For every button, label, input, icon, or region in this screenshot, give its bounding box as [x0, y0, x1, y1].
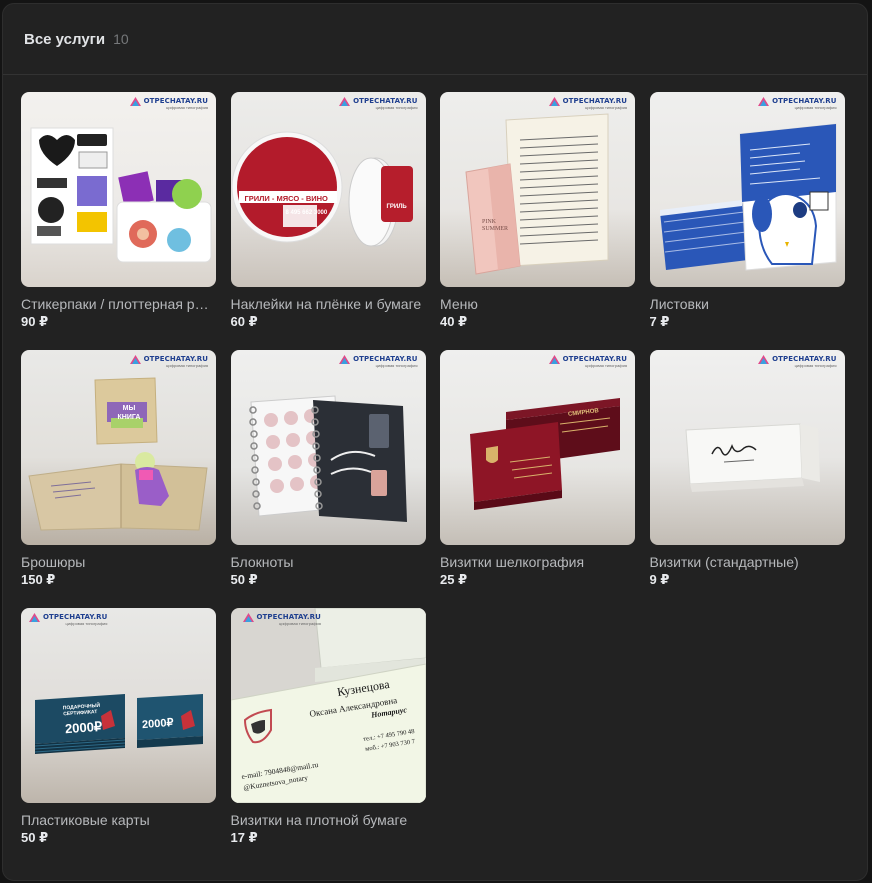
service-price: 40 ₽ — [440, 314, 468, 329]
service-image[interactable]: OTPECHATAY.RU цифровая типография — [649, 350, 845, 545]
service-name[interactable]: Пластиковые карты — [21, 811, 216, 829]
service-card[interactable]: ГРИЛИ - МЯСО - ВИНО 8 495 662 3000 ГРИЛЬ… — [230, 92, 426, 350]
service-price: 150 ₽ — [21, 572, 56, 587]
service-price: 60 ₽ — [230, 314, 258, 329]
service-name[interactable]: Визитки (стандартные) — [650, 553, 845, 571]
brand-tagline: цифровая типография — [65, 621, 108, 626]
services-grid: OTPECHATAY.RU цифровая типография Стикерп… — [21, 92, 845, 866]
service-image[interactable]: PINK SUMMER OTPECHATAY.RU цифровая типогр… — [440, 92, 635, 287]
brand-badge: OTPECHATAY.RU цифровая типография — [339, 97, 418, 110]
service-image[interactable]: OTPECHATAY.RU цифровая типография — [21, 92, 216, 287]
brand-tagline: цифровая типография — [794, 363, 837, 368]
service-name[interactable]: Меню — [440, 295, 635, 313]
service-name[interactable]: Визитки шелкография — [440, 553, 635, 571]
service-image[interactable]: МЫ КНИГА OTPECHATAY.RU цифровая типографи… — [21, 350, 216, 545]
brand-logo-icon — [758, 355, 770, 364]
service-card[interactable]: OTPECHATAY.RU цифровая типография Блокнот… — [230, 350, 426, 608]
brand-badge: OTPECHATAY.RU цифровая типография — [339, 355, 418, 368]
service-price: 9 ₽ — [649, 572, 670, 587]
brand-tagline: цифровая типография — [375, 363, 418, 368]
service-price: 25 ₽ — [440, 572, 468, 587]
panel-header: Все услуги 10 — [3, 4, 867, 75]
brand-tagline: цифровая типография — [794, 105, 837, 110]
brochure-cover-text: МЫ КНИГА — [117, 405, 141, 421]
service-card[interactable]: OTPECHATAY.RU цифровая типография Стикерп… — [21, 92, 216, 350]
service-name[interactable]: Брошюры — [21, 553, 216, 571]
menu-cover-text: PINK SUMMER — [482, 219, 509, 232]
service-card[interactable]: OTPECHATAY.RU цифровая типография Листовк… — [649, 92, 845, 350]
card-value: 2000₽ — [141, 716, 174, 732]
service-card[interactable]: PINK SUMMER OTPECHATAY.RU цифровая типогр… — [440, 92, 635, 350]
brand-badge: OTPECHATAY.RU цифровая типография — [129, 355, 208, 368]
label-text: ГРИЛЬ — [386, 204, 407, 210]
brand-badge: OTPECHATAY.RU цифровая типография — [548, 97, 627, 110]
brand-logo-text: OTPECHATAY.RU — [772, 97, 837, 105]
service-card[interactable]: Кузнецова Оксана Александровна Нотариус … — [230, 608, 426, 866]
service-card[interactable]: ПОДАРОЧНЫЙ СЕРТИФИКАТ 2000₽ 2000₽ OTPECH… — [21, 608, 216, 866]
brand-badge: OTPECHATAY.RU цифровая типография — [758, 97, 837, 110]
brand-logo-text: OTPECHATAY.RU — [256, 613, 321, 621]
brand-badge: OTPECHATAY.RU цифровая типография — [29, 613, 107, 626]
service-name[interactable]: Стикерпаки / плоттерная резка — [21, 295, 216, 313]
brand-logo-text: OTPECHATAY.RU — [562, 97, 627, 105]
brand-logo-text: OTPECHATAY.RU — [353, 97, 418, 105]
service-price: 50 ₽ — [230, 572, 258, 587]
label-phone: 8 495 662 3000 — [285, 210, 328, 216]
service-card[interactable]: OTPECHATAY.RU цифровая типография Визитки… — [649, 350, 845, 608]
service-image[interactable]: OTPECHATAY.RU цифровая типография — [230, 350, 426, 545]
brand-tagline: цифровая типография — [585, 363, 627, 368]
service-card[interactable]: МЫ КНИГА OTPECHATAY.RU цифровая типографи… — [21, 350, 216, 608]
brand-badge: OTPECHATAY.RU цифровая типография — [548, 355, 627, 368]
service-name[interactable]: Листовки — [650, 295, 845, 313]
service-name[interactable]: Блокноты — [231, 553, 426, 571]
service-price: 90 ₽ — [21, 314, 49, 329]
brand-logo-icon — [548, 355, 560, 364]
brand-logo-text: OTPECHATAY.RU — [43, 613, 108, 621]
brand-tagline: цифровая типография — [279, 621, 321, 626]
brand-logo-icon — [758, 97, 770, 106]
brand-logo-text: OTPECHATAY.RU — [143, 97, 208, 105]
brand-logo-icon — [29, 613, 40, 622]
brand-logo-icon — [129, 355, 141, 364]
brand-badge: OTPECHATAY.RU цифровая типография — [758, 355, 837, 368]
brand-logo-icon — [548, 97, 560, 106]
service-card[interactable]: СМИРНОВ OTPECHATAY.RU цифровая типография… — [440, 350, 635, 608]
service-price: 17 ₽ — [230, 830, 258, 845]
brand-logo-icon — [129, 97, 141, 106]
brand-logo-text: OTPECHATAY.RU — [562, 355, 627, 363]
brand-badge: OTPECHATAY.RU цифровая типография — [242, 613, 321, 626]
service-image[interactable]: OTPECHATAY.RU цифровая типография — [649, 92, 845, 287]
service-price: 7 ₽ — [649, 314, 670, 329]
brand-tagline: цифровая типография — [166, 105, 208, 110]
card-value: 2000₽ — [64, 718, 103, 737]
brand-tagline: цифровая типография — [166, 363, 208, 368]
brand-tagline: цифровая типография — [375, 105, 418, 110]
brand-logo-text: OTPECHATAY.RU — [772, 355, 837, 363]
service-name[interactable]: Визитки на плотной бумаге — [231, 811, 426, 829]
service-name[interactable]: Наклейки на плёнке и бумаге — [231, 295, 426, 313]
brand-logo-text: OTPECHATAY.RU — [143, 355, 208, 363]
service-image[interactable]: ПОДАРОЧНЫЙ СЕРТИФИКАТ 2000₽ 2000₽ OTPECH… — [21, 608, 216, 803]
service-image[interactable]: СМИРНОВ OTPECHATAY.RU цифровая типография — [440, 350, 635, 545]
brand-logo-icon — [339, 355, 351, 364]
panel-title: Все услуги — [24, 30, 106, 48]
brand-logo-icon — [339, 97, 351, 106]
label-text: ГРИЛИ - МЯСО - ВИНО — [244, 194, 328, 203]
brand-tagline: цифровая типография — [585, 105, 627, 110]
brand-badge: OTPECHATAY.RU цифровая типография — [129, 97, 208, 110]
service-image[interactable]: ГРИЛИ - МЯСО - ВИНО 8 495 662 3000 ГРИЛЬ… — [230, 92, 426, 287]
brand-logo-text: OTPECHATAY.RU — [353, 355, 418, 363]
brand-logo-icon — [242, 613, 254, 622]
services-count: 10 — [113, 31, 129, 47]
service-image[interactable]: Кузнецова Оксана Александровна Нотариус … — [230, 608, 426, 803]
service-price: 50 ₽ — [21, 830, 49, 845]
